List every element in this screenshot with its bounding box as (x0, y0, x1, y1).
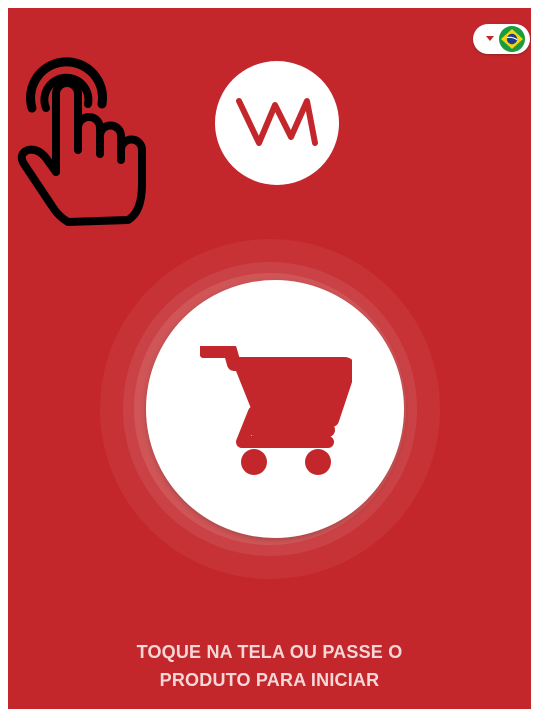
kiosk-start-screen[interactable]: TOQUE NA TELA OU PASSE O PRODUTO PARA IN… (8, 8, 531, 709)
start-instruction: TOQUE NA TELA OU PASSE O PRODUTO PARA IN… (48, 638, 491, 694)
brazil-flag-icon (499, 26, 525, 52)
tap-hand-icon (17, 57, 146, 226)
start-shopping-button[interactable] (146, 280, 404, 538)
shopping-cart-icon (200, 346, 352, 475)
app-logo (215, 61, 339, 185)
vm-logo-mark (236, 98, 318, 146)
caret-down-icon (486, 36, 494, 41)
instruction-line-1: TOQUE NA TELA OU PASSE O (136, 642, 403, 662)
instruction-line-2: PRODUTO PARA INICIAR (159, 670, 380, 690)
language-selector[interactable] (473, 24, 530, 54)
